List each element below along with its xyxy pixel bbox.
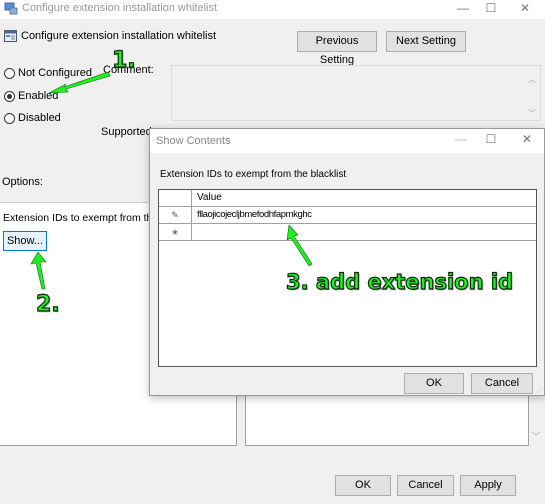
grid-row-new[interactable]: ∗ <box>159 224 536 241</box>
dialog-maximize-button[interactable]: ☐ <box>476 132 506 146</box>
radio-not-configured[interactable]: Not Configured <box>4 67 92 79</box>
radio-label: Enabled <box>18 90 59 102</box>
dialog-close-button[interactable]: ✕ <box>512 132 542 146</box>
setting-title: Configure extension installation whiteli… <box>21 30 217 42</box>
options-label: Options: <box>2 176 43 188</box>
edit-pencil-icon: ✎ <box>159 207 192 223</box>
next-setting-button[interactable]: Next Setting <box>386 31 466 52</box>
dialog-ok-button[interactable]: OK <box>404 373 464 394</box>
annotation-step3: 3. add extension id <box>285 269 514 294</box>
radio-label: Disabled <box>18 112 61 124</box>
ok-button[interactable]: OK <box>335 475 391 496</box>
dialog-titlebar: Show Contents — ☐ ✕ <box>150 129 544 153</box>
radio-enabled[interactable]: Enabled <box>4 90 58 102</box>
comment-textarea[interactable]: ︿ ﹀ <box>171 65 541 121</box>
show-contents-dialog: Show Contents — ☐ ✕ Extension IDs to exe… <box>149 128 545 396</box>
option-field-label: Extension IDs to exempt from the b <box>3 212 167 224</box>
setting-header: Configure extension installation whiteli… <box>0 19 545 66</box>
window-titlebar: Configure extension installation whiteli… <box>0 0 545 19</box>
radio-indicator[interactable] <box>4 67 15 79</box>
supported-label: Supported <box>101 126 152 138</box>
scroll-up-icon[interactable]: ︿ <box>528 74 536 85</box>
column-header-value[interactable]: Value <box>197 192 222 203</box>
minimize-button[interactable]: — <box>448 0 478 19</box>
grid-header-row: Value <box>159 190 536 207</box>
dialog-cancel-button[interactable]: Cancel <box>471 373 533 394</box>
radio-disabled[interactable]: Disabled <box>4 112 61 124</box>
resize-grip-icon[interactable]: ⋰ <box>536 386 543 394</box>
dialog-title: Show Contents <box>156 135 231 147</box>
radio-indicator[interactable] <box>4 90 15 102</box>
dialog-description: Extension IDs to exempt from the blackli… <box>160 169 347 180</box>
help-pane: ﹀ <box>245 390 540 446</box>
window-title: Configure extension installation whiteli… <box>22 2 218 14</box>
show-button[interactable]: Show... <box>3 231 47 251</box>
scroll-down-icon[interactable]: ﹀ <box>528 108 536 119</box>
radio-label: Not Configured <box>18 67 92 79</box>
annotation-step2: 2. <box>35 291 60 317</box>
new-row-asterisk-icon: ∗ <box>159 224 192 240</box>
row-header-cell <box>159 190 192 206</box>
cancel-button[interactable]: Cancel <box>397 475 454 496</box>
maximize-button[interactable]: ☐ <box>476 0 506 19</box>
previous-setting-button[interactable]: Previous Setting <box>297 31 377 66</box>
policy-editor-icon <box>4 2 18 15</box>
apply-button[interactable]: Apply <box>460 475 516 496</box>
scroll-down-icon[interactable]: ﹀ <box>532 431 540 442</box>
setting-icon <box>4 30 17 42</box>
annotation-step1: 1. <box>111 47 136 73</box>
radio-indicator[interactable] <box>4 112 15 124</box>
grid-row[interactable]: ✎ fllaojicojecljbmefodhfapmkghc <box>159 207 536 224</box>
dialog-minimize-button[interactable]: — <box>446 132 476 146</box>
extension-id-cell[interactable]: fllaojicojecljbmefodhfapmkghc <box>197 209 312 220</box>
close-button[interactable]: ✕ <box>510 0 540 19</box>
